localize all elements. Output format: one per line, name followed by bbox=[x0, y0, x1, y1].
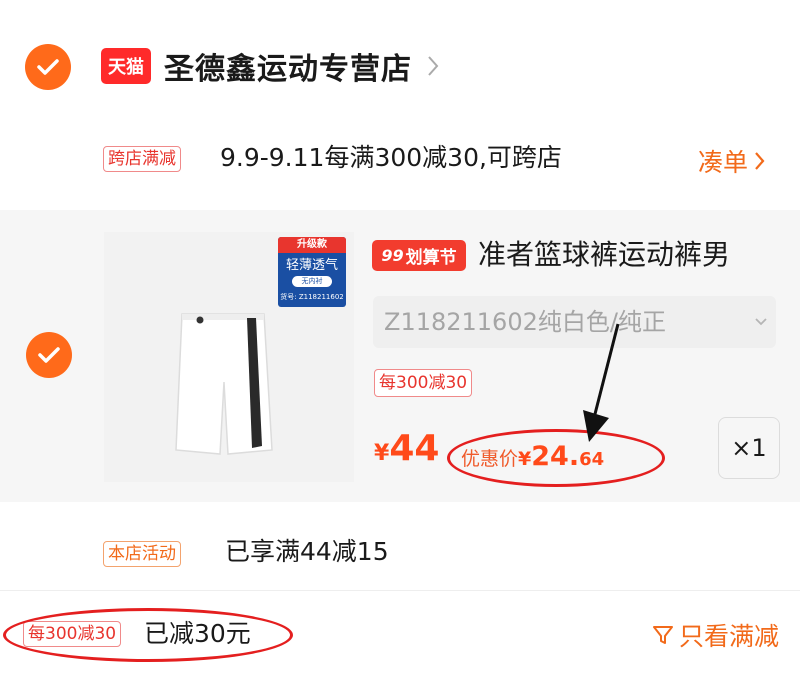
promo-festival-badge: 99 划算节 bbox=[372, 240, 466, 271]
annotation-ellipse-footer bbox=[3, 608, 293, 662]
tmall-logo-text: 天猫 bbox=[108, 57, 144, 78]
product-image[interactable]: 升级款 轻薄透气 无内衬 货号: Z118211602 bbox=[104, 232, 354, 482]
filter-label: 只看满减 bbox=[679, 622, 780, 651]
store-select-checkbox[interactable] bbox=[25, 44, 71, 90]
cross-store-tag: 跨店满减 bbox=[103, 146, 181, 172]
annotation-arrow-icon bbox=[583, 323, 620, 442]
chevron-right-icon bbox=[428, 56, 439, 76]
filter-icon bbox=[653, 626, 673, 644]
add-on-label: 凑单 bbox=[698, 148, 749, 177]
price-value: 44 bbox=[389, 428, 440, 469]
tmall-logo: 天猫 bbox=[101, 48, 151, 84]
quantity-value: ×1 bbox=[731, 434, 767, 462]
store-activity-text: 已享满44减15 bbox=[225, 537, 389, 566]
upgrade-badge-main: 轻薄透气 bbox=[285, 258, 338, 273]
upgrade-badge-sub: 无内衬 bbox=[292, 276, 332, 287]
price-symbol: ¥ bbox=[374, 441, 390, 466]
discount-tag: 每300减30 bbox=[374, 369, 473, 397]
quantity-button[interactable]: ×1 bbox=[718, 417, 780, 479]
filter-only-discount-button[interactable]: 只看满减 bbox=[651, 617, 779, 653]
chevron-down-icon bbox=[755, 318, 767, 326]
add-on-button[interactable]: 凑单 bbox=[698, 143, 766, 179]
product-select-checkbox[interactable] bbox=[26, 332, 72, 378]
store-name: 圣德鑫运动专营店 bbox=[164, 52, 412, 87]
cross-store-text: 9.9-9.11每满300减30,可跨店 bbox=[220, 143, 562, 172]
product-title[interactable]: 准者篮球裤运动裤男 bbox=[478, 236, 730, 274]
store-name-link[interactable]: 圣德鑫运动专营店 bbox=[164, 44, 440, 88]
promo-festival-text: 划算节 bbox=[405, 248, 457, 268]
upgrade-badge: 升级款 轻薄透气 无内衬 货号: Z118211602 bbox=[278, 237, 346, 307]
price: ¥44 bbox=[374, 428, 439, 469]
check-icon bbox=[37, 59, 59, 75]
store-activity-tag: 本店活动 bbox=[103, 541, 181, 567]
chevron-right-icon bbox=[755, 152, 765, 170]
upgrade-badge-code: 货号: Z118211602 bbox=[280, 293, 344, 301]
upgrade-badge-top: 升级款 bbox=[278, 237, 346, 253]
check-icon bbox=[38, 347, 60, 363]
promo-festival-number: 99 bbox=[381, 246, 404, 265]
